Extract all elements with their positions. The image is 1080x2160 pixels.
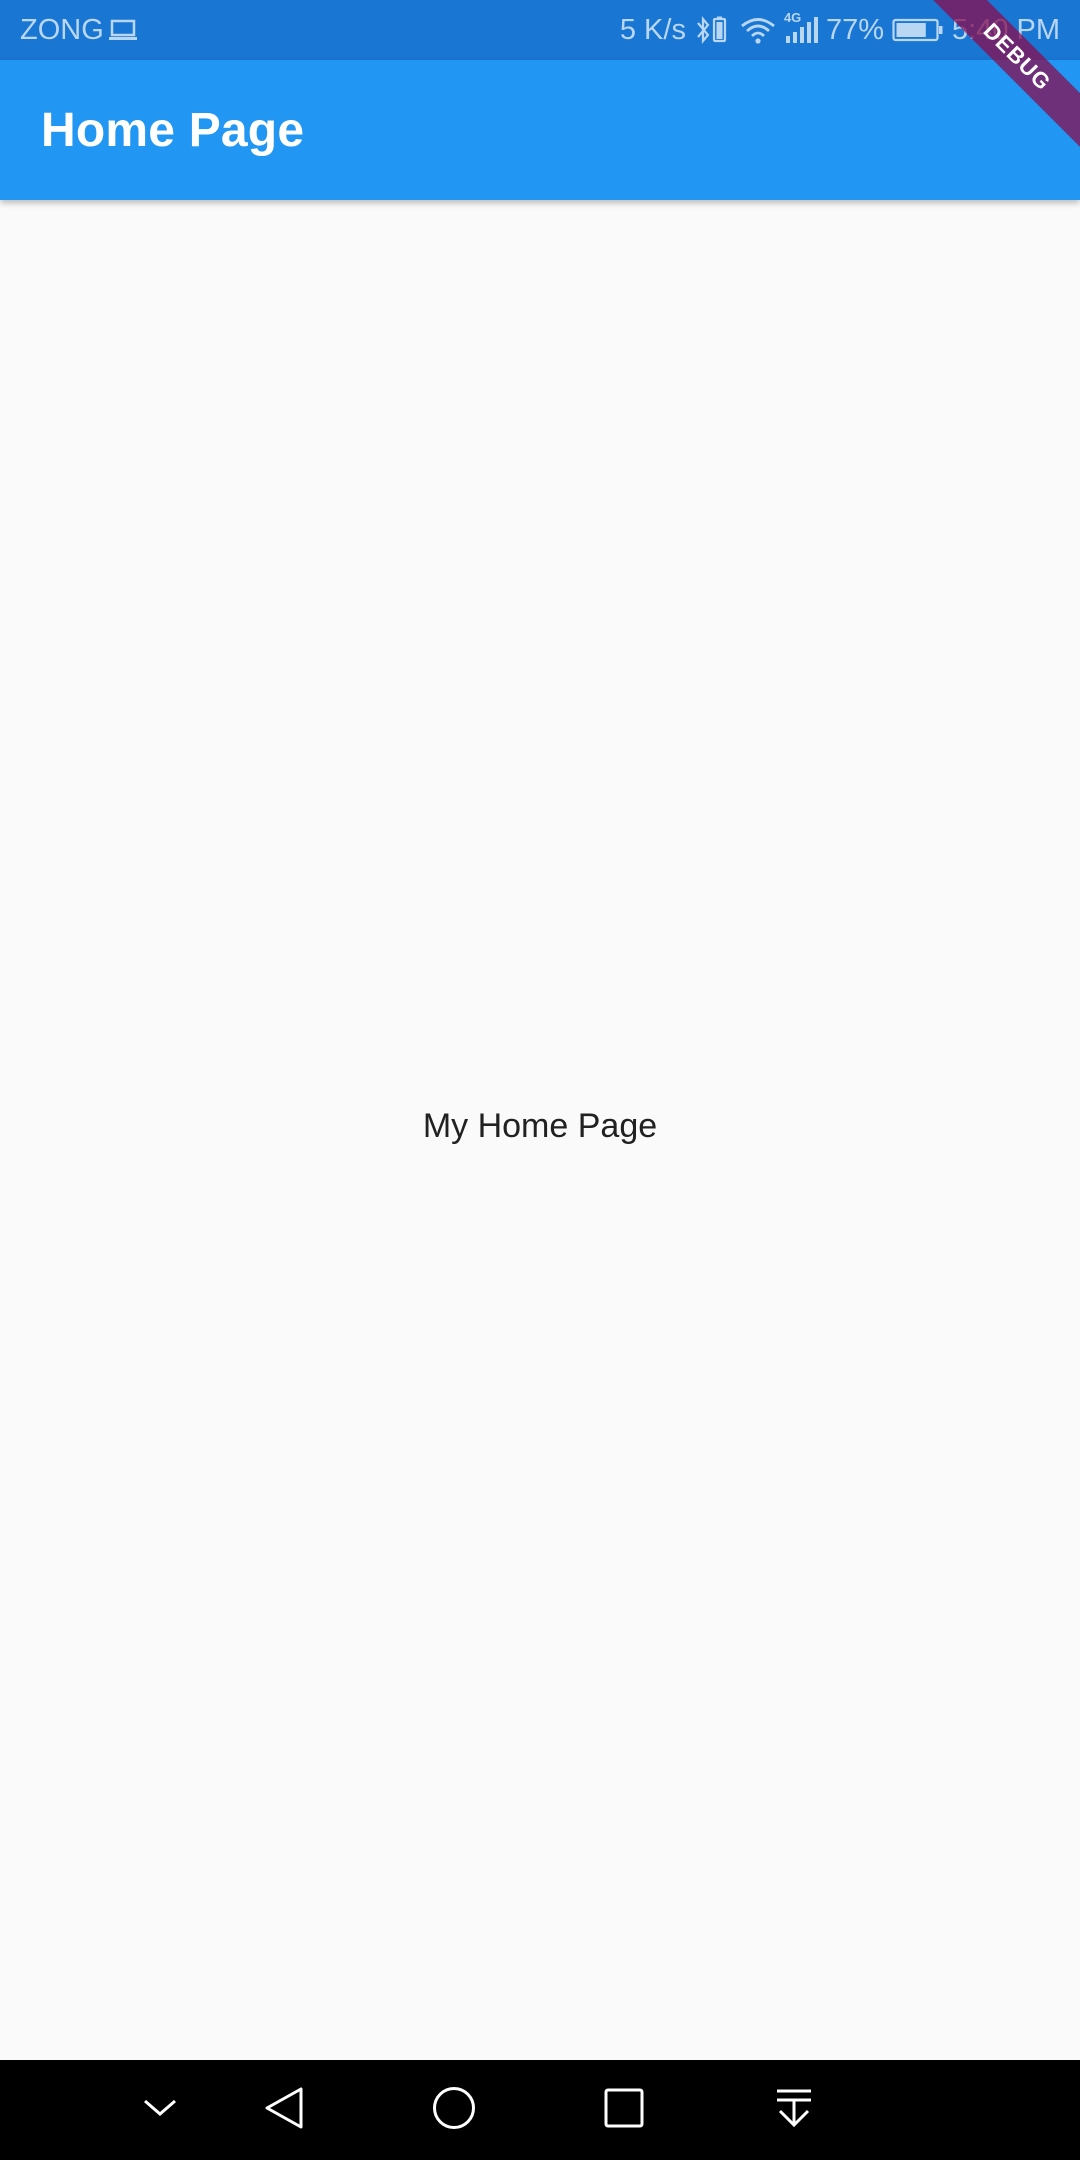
battery-icon: [892, 18, 944, 42]
body-text: My Home Page: [422, 1106, 658, 1145]
bluetooth-icon: [694, 15, 732, 45]
status-bar: ZONG 5 K/s 4G 77% 5:40 PM: [0, 0, 1080, 60]
notification-pull-button[interactable]: [744, 2060, 844, 2160]
status-left: ZONG: [20, 14, 138, 47]
battery-percent: 77%: [825, 13, 884, 46]
signal-icon: 4G: [784, 10, 818, 44]
clock: 5:40 PM: [952, 13, 1060, 46]
navigation-bar: [0, 2060, 1080, 2160]
hide-nav-button[interactable]: [110, 2060, 210, 2160]
page-title: Home Page: [41, 103, 305, 157]
recents-button[interactable]: [574, 2060, 674, 2160]
main-content: My Home Page: [0, 200, 1080, 2060]
laptop-icon: [108, 18, 138, 42]
notification-pull-icon: [774, 2087, 814, 2134]
status-right: 5 K/s 4G 77% 5:40 PM: [619, 10, 1060, 47]
home-button[interactable]: [404, 2060, 504, 2160]
network-speed: 5 K/s: [619, 13, 686, 46]
wifi-icon: [740, 16, 776, 44]
recents-icon: [603, 2087, 645, 2134]
network-type: 4G: [783, 10, 802, 25]
chevron-down-icon: [140, 2096, 180, 2125]
home-icon: [431, 2085, 477, 2136]
carrier-label: ZONG: [20, 13, 104, 46]
back-icon: [263, 2085, 305, 2136]
app-bar: Home Page: [0, 60, 1080, 200]
back-button[interactable]: [234, 2060, 334, 2160]
screen: ZONG 5 K/s 4G 77% 5:40 PM Home Page My H…: [0, 0, 1080, 2160]
